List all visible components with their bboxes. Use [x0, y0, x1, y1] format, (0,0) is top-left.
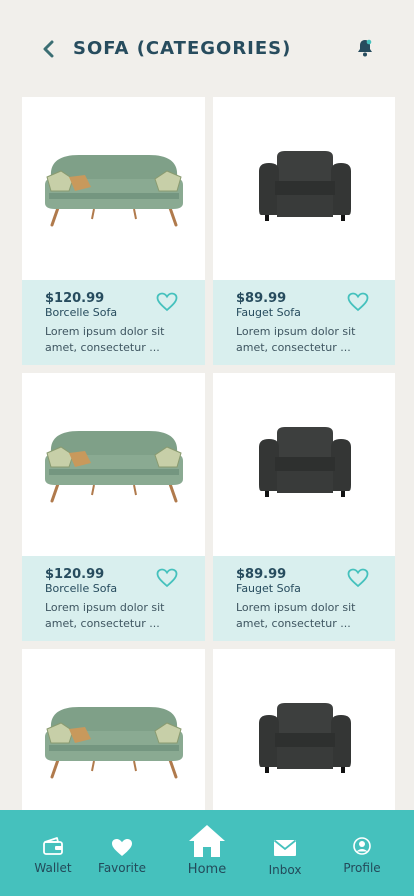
favorite-button[interactable]	[347, 568, 371, 590]
heart-icon	[112, 839, 132, 856]
product-description: Lorem ipsum dolor sit amet, consectetur …	[236, 601, 356, 630]
nav-item-profile[interactable]: Profile	[340, 810, 384, 896]
heart-outline-icon	[156, 292, 178, 312]
product-image	[22, 649, 205, 810]
nav-label-inbox: Inbox	[268, 863, 302, 877]
product-description: Lorem ipsum dolor sit amet, consectetur …	[236, 325, 356, 354]
home-icon	[189, 825, 225, 857]
product-card[interactable]	[22, 649, 205, 810]
product-grid: $120.99 Borcelle Sofa Lorem ipsum dolor …	[22, 97, 395, 810]
product-info: $120.99 Borcelle Sofa Lorem ipsum dolor …	[22, 280, 205, 365]
bell-icon	[358, 39, 372, 57]
green-sofa-image	[44, 430, 183, 502]
product-image	[213, 373, 395, 556]
back-button[interactable]	[38, 38, 60, 60]
product-name: Fauget Sofa	[236, 582, 301, 595]
product-info: $89.99 Fauget Sofa Lorem ipsum dolor sit…	[213, 280, 395, 365]
black-armchair-image	[258, 702, 351, 773]
nav-label-profile: Profile	[343, 861, 381, 875]
product-card[interactable]: $89.99 Fauget Sofa Lorem ipsum dolor sit…	[213, 97, 395, 365]
favorite-button[interactable]	[347, 292, 371, 314]
product-name: Borcelle Sofa	[45, 306, 118, 319]
heart-outline-icon	[347, 568, 369, 588]
nav-label-home: Home	[187, 862, 227, 877]
green-sofa-image	[44, 154, 183, 226]
product-card[interactable]: $120.99 Borcelle Sofa Lorem ipsum dolor …	[22, 97, 205, 365]
product-card[interactable]	[213, 649, 395, 810]
product-description: Lorem ipsum dolor sit amet, consectetur …	[45, 601, 165, 630]
product-card[interactable]: $89.99 Fauget Sofa Lorem ipsum dolor sit…	[213, 373, 395, 641]
product-image	[22, 97, 205, 280]
product-card[interactable]: $120.99 Borcelle Sofa Lorem ipsum dolor …	[22, 373, 205, 641]
bottom-nav: Wallet Favorite Home Inbox Profile	[0, 810, 414, 896]
black-armchair-image	[258, 150, 351, 221]
product-image	[213, 649, 395, 810]
nav-item-favorite[interactable]: Favorite	[94, 810, 150, 896]
black-armchair-image	[258, 426, 351, 497]
notification-button[interactable]	[356, 38, 376, 60]
heart-outline-icon	[156, 568, 178, 588]
product-description: Lorem ipsum dolor sit amet, consectetur …	[45, 325, 165, 354]
product-info: $89.99 Fauget Sofa Lorem ipsum dolor sit…	[213, 556, 395, 641]
user-circle-icon	[353, 837, 371, 855]
product-price: $89.99	[236, 567, 287, 582]
chevron-left-icon	[43, 40, 54, 58]
product-name: Borcelle Sofa	[45, 582, 118, 595]
product-image	[22, 373, 205, 556]
page-title: SOFA (CATEGORIES)	[73, 38, 292, 59]
product-price: $89.99	[236, 291, 287, 306]
header: SOFA (CATEGORIES)	[0, 0, 414, 98]
product-price: $120.99	[45, 567, 105, 582]
nav-item-wallet[interactable]: Wallet	[28, 810, 78, 896]
nav-label-favorite: Favorite	[98, 861, 146, 875]
product-image	[213, 97, 395, 280]
favorite-button[interactable]	[156, 568, 180, 590]
product-info: $120.99 Borcelle Sofa Lorem ipsum dolor …	[22, 556, 205, 641]
wallet-icon	[43, 837, 63, 855]
nav-item-home[interactable]: Home	[182, 810, 232, 896]
green-sofa-image	[44, 706, 183, 778]
nav-label-wallet: Wallet	[34, 861, 72, 875]
product-price: $120.99	[45, 291, 105, 306]
heart-outline-icon	[347, 292, 369, 312]
mail-icon	[273, 839, 297, 856]
product-name: Fauget Sofa	[236, 306, 301, 319]
nav-item-inbox[interactable]: Inbox	[262, 810, 308, 896]
favorite-button[interactable]	[156, 292, 180, 314]
